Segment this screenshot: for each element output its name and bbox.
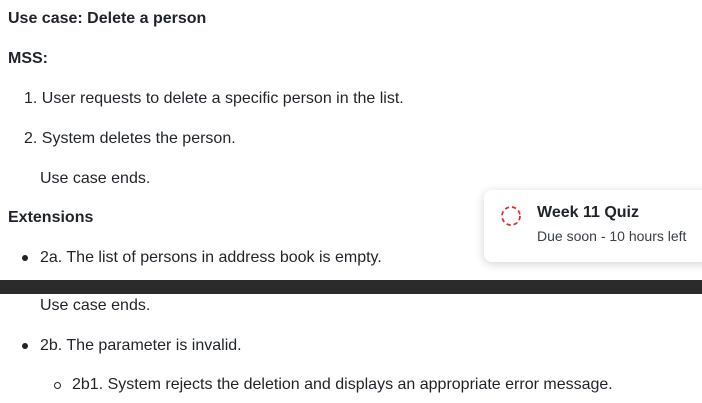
mss-step-2: 2. System deletes the person.	[24, 130, 236, 147]
bullet-icon	[22, 255, 28, 261]
notification-subtitle: Due soon - 10 hours left	[537, 228, 687, 244]
circle-bullet-icon	[54, 382, 61, 389]
bullet-icon	[22, 343, 28, 349]
notification-title: Week 11 Quiz	[537, 204, 639, 221]
extension-2b1: 2b1. System rejects the deletion and dis…	[72, 376, 613, 393]
dashed-circle-icon	[501, 206, 521, 226]
use-case-title: Use case: Delete a person	[8, 10, 207, 27]
use-case-ends-text: Use case ends.	[40, 297, 151, 314]
quiz-notification[interactable]: Week 11 Quiz Due soon - 10 hours left	[484, 190, 702, 262]
mss-heading: MSS:	[8, 50, 48, 67]
divider-bar	[0, 280, 702, 294]
extension-2b: 2b. The parameter is invalid.	[40, 337, 242, 354]
extension-2a: 2a. The list of persons in address book …	[40, 249, 382, 266]
use-case-ends-text: Use case ends.	[40, 170, 151, 187]
mss-step-1: 1. User requests to delete a specific pe…	[24, 90, 404, 107]
extensions-heading: Extensions	[8, 209, 94, 226]
